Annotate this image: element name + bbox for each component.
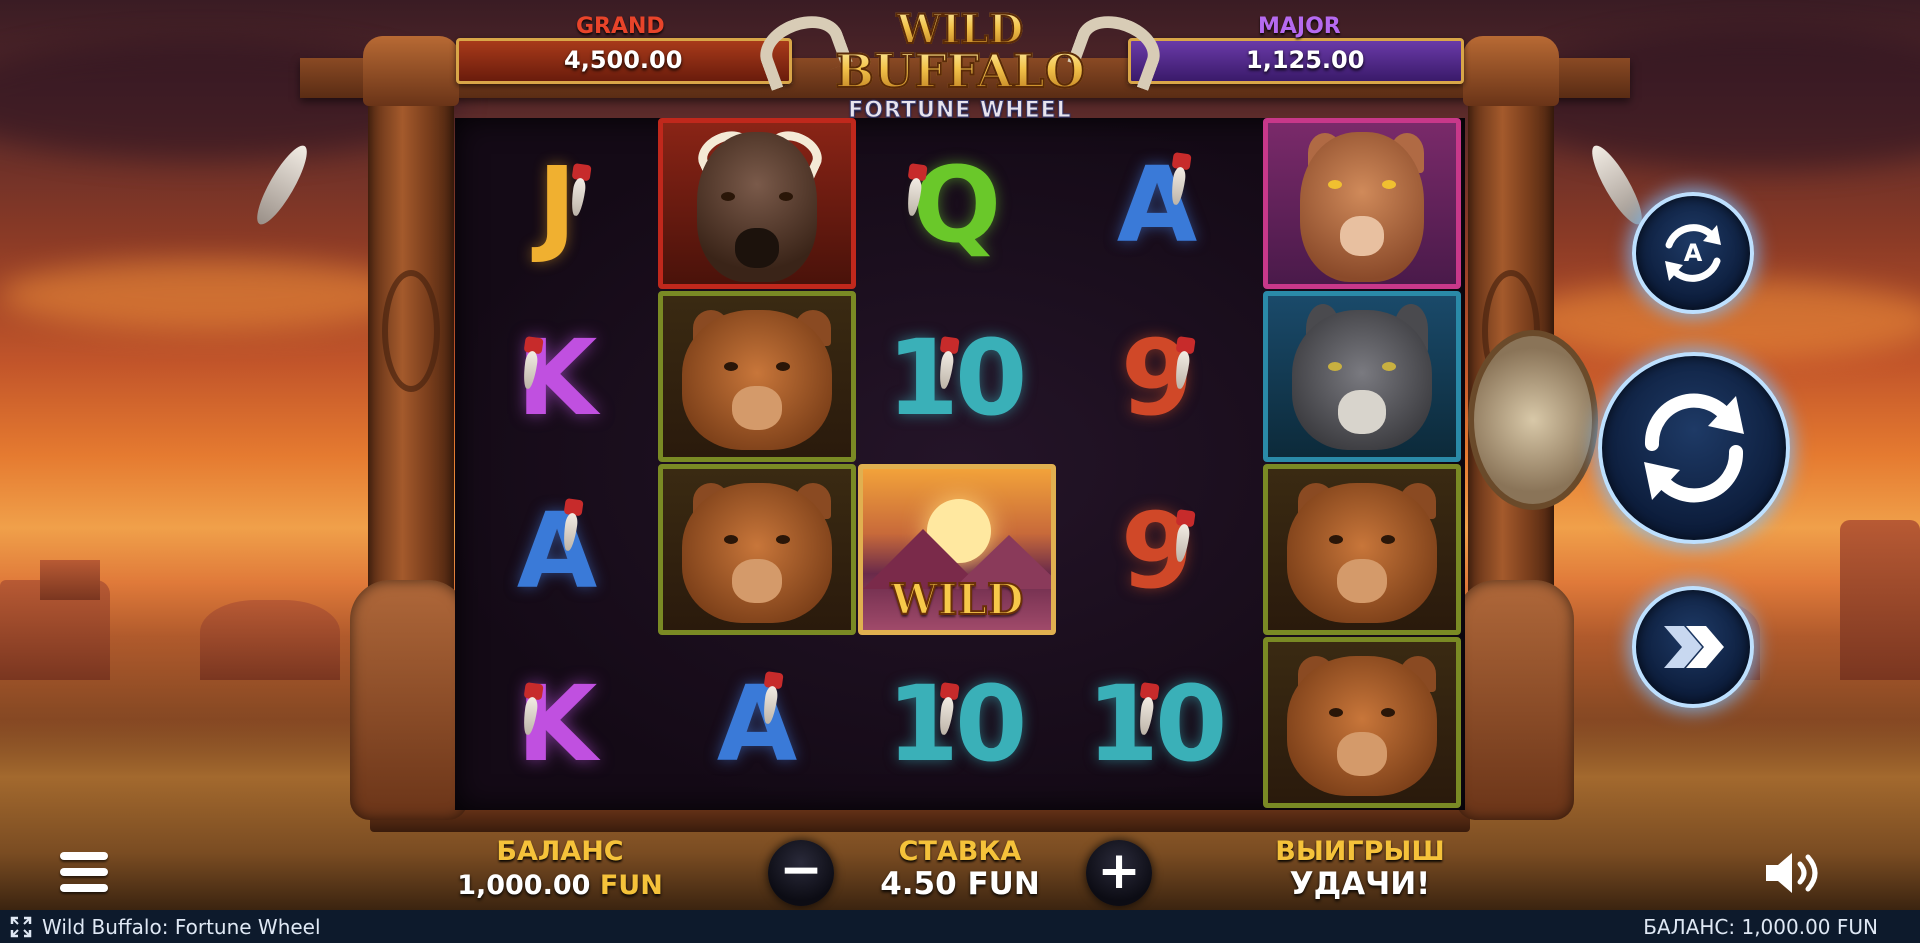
win-message: УДАЧИ! xyxy=(1289,866,1431,902)
bet-amount: 4.50 xyxy=(880,866,957,902)
minus-icon: − xyxy=(779,840,823,900)
symbol-a: A xyxy=(516,489,597,612)
bet-label: СТАВКА xyxy=(898,836,1022,867)
symbol-bear-card xyxy=(1263,464,1461,635)
symbol-buffalo-card xyxy=(658,118,856,289)
grand-jackpot-label: GRAND xyxy=(576,14,665,39)
symbol-k: K xyxy=(516,316,598,439)
game-logo: WILD BUFFALO FORTUNE WHEEL xyxy=(751,4,1169,124)
grand-jackpot-value: 4,500.00 xyxy=(564,46,683,74)
symbol-q: Q xyxy=(855,118,1055,291)
wolf-icon xyxy=(1292,309,1432,450)
cougar-icon xyxy=(1300,131,1424,282)
bear-icon xyxy=(682,309,832,450)
wild-label: WILD xyxy=(890,574,1025,625)
bet-decrease-button[interactable]: − xyxy=(768,840,834,906)
game-title: Wild Buffalo: Fortune Wheel xyxy=(42,914,321,939)
major-jackpot-value: 1,125.00 xyxy=(1246,46,1365,74)
right-eagle-cap xyxy=(1463,36,1559,106)
bet-value: 4.50 FUN xyxy=(855,866,1065,902)
turbo-button[interactable] xyxy=(1632,586,1754,708)
symbol-9: 9 xyxy=(1055,291,1255,464)
balance-currency: FUN xyxy=(599,870,663,901)
svg-text:A: A xyxy=(1684,239,1703,267)
bear-icon xyxy=(1287,655,1437,796)
dreamcatcher-shield xyxy=(1468,330,1598,510)
symbol-10: 10 xyxy=(886,662,1028,785)
turbo-icon xyxy=(1664,626,1724,668)
buffalo-icon xyxy=(697,131,817,282)
bet-currency: FUN xyxy=(967,866,1040,902)
symbol-a: A xyxy=(716,662,797,785)
bear-icon xyxy=(1287,482,1437,623)
logo-line-buffalo: BUFFALO xyxy=(765,43,1155,99)
symbol-wolf-card xyxy=(1263,291,1461,462)
status-bar: Wild Buffalo: Fortune Wheel БАЛАНС: 1,00… xyxy=(0,910,1920,943)
right-tiki-statue xyxy=(1456,580,1574,820)
symbol-bear-card xyxy=(1263,637,1461,808)
symbol-j: J xyxy=(455,118,655,291)
balance-value: 1,000.00 FUN xyxy=(455,870,665,901)
symbol-wild-card: WILD xyxy=(858,464,1056,635)
left-tiki-statue xyxy=(350,580,468,820)
major-jackpot-label: MAJOR xyxy=(1258,14,1341,39)
speaker-icon xyxy=(1766,853,1818,893)
balance-label: БАЛАНС xyxy=(496,836,624,867)
symbol-10: 10 xyxy=(886,316,1028,439)
symbol-bear-card xyxy=(658,464,856,635)
bear-icon xyxy=(682,482,832,623)
menu-icon xyxy=(60,850,114,894)
symbol-9: 9 xyxy=(1055,464,1255,637)
autoplay-icon: A xyxy=(1665,224,1721,282)
sound-button[interactable] xyxy=(1762,848,1832,898)
plus-icon: + xyxy=(1097,841,1141,901)
symbol-bear-card xyxy=(658,291,856,462)
reels-area: J K A K A Q 10 WILD 10 A 9 9 10 xyxy=(455,118,1465,810)
left-eagle-cap xyxy=(363,36,459,106)
autoplay-button[interactable]: A xyxy=(1632,192,1754,314)
balance-amount: 1,000.00 xyxy=(457,870,591,901)
win-label: ВЫИГРЫШ xyxy=(1275,836,1445,867)
symbol-k: K xyxy=(516,662,598,785)
symbol-a: A xyxy=(1116,143,1197,266)
statusbar-balance: БАЛАНС: 1,000.00 FUN xyxy=(1643,914,1878,939)
symbol-cougar-card xyxy=(1263,118,1461,289)
menu-button[interactable] xyxy=(60,850,114,894)
spin-button[interactable] xyxy=(1598,352,1790,544)
symbol-10: 10 xyxy=(1086,662,1228,785)
fullscreen-icon[interactable] xyxy=(10,916,32,938)
spin-icon xyxy=(1644,393,1744,503)
bet-increase-button[interactable]: + xyxy=(1086,840,1152,906)
